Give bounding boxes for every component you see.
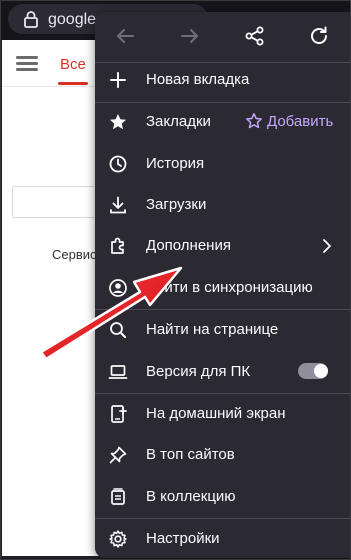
menu-item-top-sites[interactable]: В топ сайтов <box>95 435 351 475</box>
menu-item-label: Новая вкладка <box>146 71 250 88</box>
star-filled-icon <box>110 114 126 130</box>
reload-icon[interactable] <box>307 24 331 48</box>
hamburger-icon[interactable] <box>16 56 38 71</box>
menu-item-find-in-page[interactable]: Найти на странице <box>95 310 351 350</box>
desktop-site-toggle[interactable] <box>298 363 328 379</box>
menu-item-label: Версия для ПК <box>146 363 251 380</box>
menu-item-label: Закладки <box>146 113 211 130</box>
gear-icon <box>109 530 127 548</box>
menu-item-label: Дополнения <box>146 237 231 254</box>
back-arrow-icon[interactable] <box>113 24 137 48</box>
tab-all[interactable]: Все <box>60 56 86 73</box>
forward-arrow-icon[interactable] <box>178 24 202 48</box>
puzzle-icon <box>111 237 124 254</box>
active-tab-indicator <box>58 82 88 85</box>
menu-nav-row <box>95 12 351 62</box>
chevron-right-icon <box>323 239 331 253</box>
clock-icon <box>109 155 127 173</box>
menu-item-collection[interactable]: В коллекцию <box>95 477 351 517</box>
browser-menu: Новая вкладка Закладки Добавить История … <box>95 12 351 558</box>
menu-item-label: Найти на странице <box>146 321 279 338</box>
menu-item-label: Загрузки <box>146 196 207 213</box>
laptop-icon <box>108 365 128 379</box>
toggle-knob <box>314 364 328 378</box>
search-icon <box>110 322 126 338</box>
plus-icon <box>110 72 126 88</box>
menu-item-label: В топ сайтов <box>146 446 235 463</box>
star-outline-icon <box>246 113 262 129</box>
menu-item-add-to-home[interactable]: На домашний экран <box>95 394 351 434</box>
share-icon[interactable] <box>243 24 267 48</box>
menu-item-label: В коллекцию <box>146 488 236 505</box>
account-icon <box>109 279 127 297</box>
menu-item-bookmarks[interactable]: Закладки Добавить <box>95 102 351 142</box>
menu-item-downloads[interactable]: Загрузки <box>95 185 351 225</box>
collection-icon <box>111 488 125 505</box>
menu-item-desktop-site[interactable]: Версия для ПК <box>95 352 351 392</box>
menu-item-label: История <box>146 155 205 172</box>
lock-icon <box>24 11 38 28</box>
download-icon <box>110 196 126 214</box>
add-bookmark-label: Добавить <box>267 113 334 130</box>
menu-item-sync[interactable]: Войти в синхронизацию <box>95 268 351 308</box>
menu-item-settings[interactable]: Настройки <box>95 519 351 559</box>
menu-item-history[interactable]: История <box>95 144 351 184</box>
add-to-home-icon <box>111 405 127 423</box>
menu-item-label: Войти в синхронизацию <box>146 279 313 296</box>
menu-item-new-tab[interactable]: Новая вкладка <box>95 60 351 100</box>
menu-item-label: Настройки <box>146 530 220 547</box>
pin-icon <box>109 446 127 464</box>
menu-item-addons[interactable]: Дополнения <box>95 226 351 266</box>
menu-item-label: На домашний экран <box>146 405 286 422</box>
